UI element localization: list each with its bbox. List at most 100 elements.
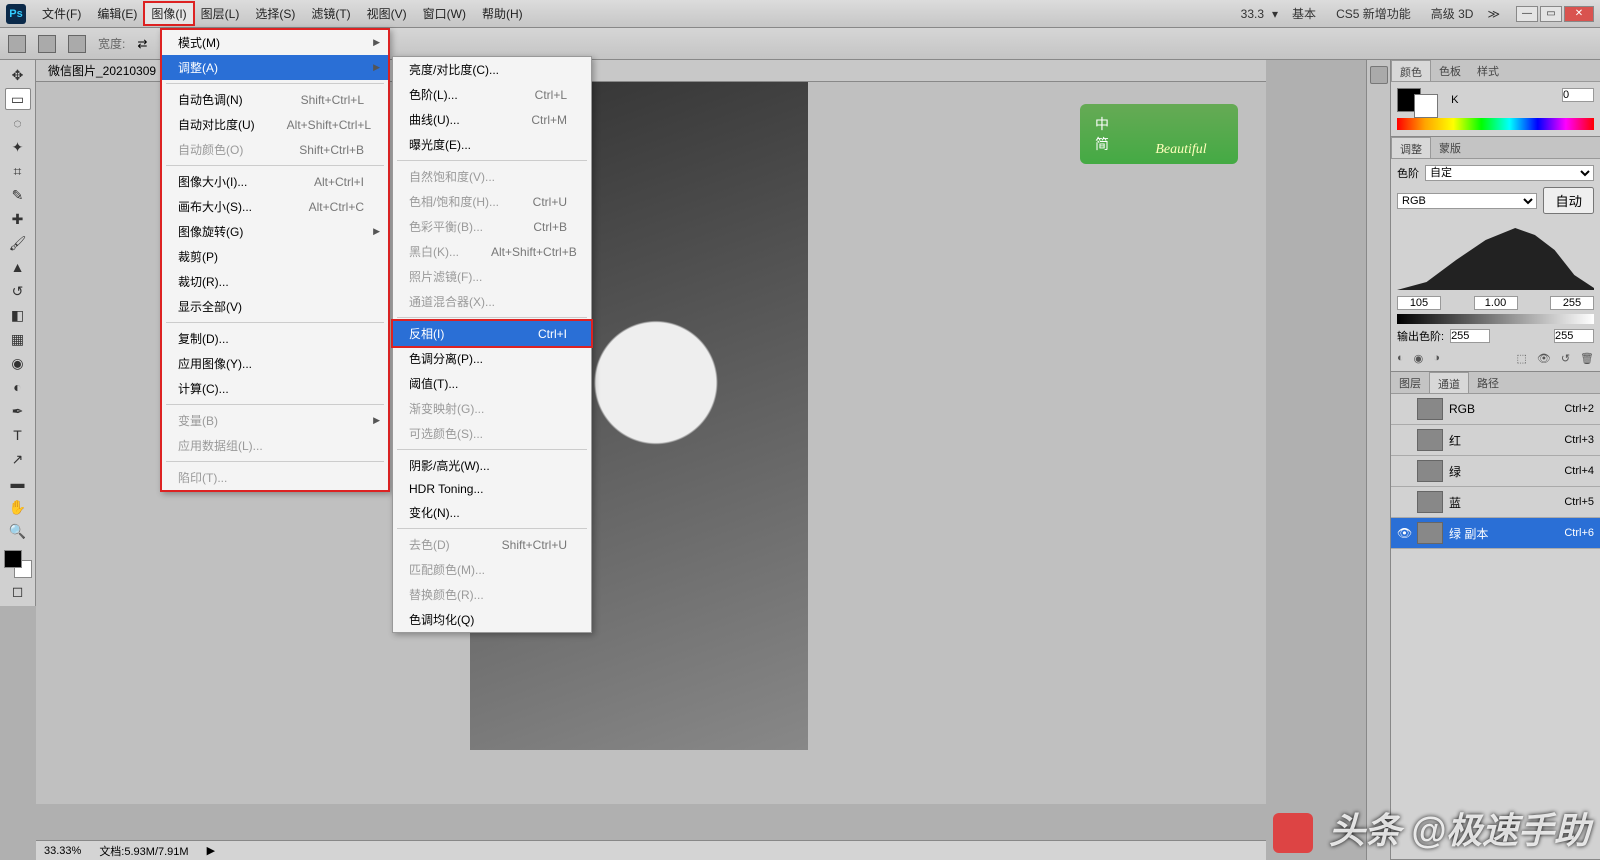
path-tool[interactable]: ↗ <box>5 448 31 470</box>
tab-adjustments[interactable]: 调整 <box>1391 137 1431 158</box>
menu-item[interactable]: 图像大小(I)...Alt+Ctrl+I <box>162 169 388 194</box>
eyedropper-icon[interactable]: ◑ <box>1433 352 1440 365</box>
clip-icon[interactable]: ⬚ <box>1516 352 1526 365</box>
menu-帮助[interactable]: 帮助(H) <box>474 1 531 26</box>
levels-channel-select[interactable]: RGB <box>1397 193 1537 209</box>
color-swatches[interactable] <box>4 550 32 578</box>
menu-item[interactable]: 变化(N)... <box>393 500 591 525</box>
workspace-basic[interactable]: 基本 <box>1286 3 1322 24</box>
menu-图层[interactable]: 图层(L) <box>193 1 248 26</box>
reset-icon[interactable]: ↺ <box>1561 352 1570 365</box>
gradient-tool[interactable]: ▦ <box>5 328 31 350</box>
document-tab[interactable]: 微信图片_20210309 <box>48 62 156 79</box>
input-white-point[interactable] <box>1550 296 1594 310</box>
menu-item[interactable]: 画布大小(S)...Alt+Ctrl+C <box>162 194 388 219</box>
channel-row[interactable]: 蓝Ctrl+5 <box>1391 487 1600 518</box>
menu-item[interactable]: 阴影/高光(W)... <box>393 453 591 478</box>
menu-选择[interactable]: 选择(S) <box>247 1 303 26</box>
channel-row[interactable]: RGBCtrl+2 <box>1391 394 1600 425</box>
eraser-tool[interactable]: ◧ <box>5 304 31 326</box>
eyedropper-tool[interactable]: ✎ <box>5 184 31 206</box>
minimize-button[interactable]: — <box>1516 6 1538 22</box>
workspace-cs5new[interactable]: CS5 新增功能 <box>1330 3 1417 24</box>
menu-item[interactable]: 自动色调(N)Shift+Ctrl+L <box>162 87 388 112</box>
menu-item[interactable]: 曲线(U)...Ctrl+M <box>393 107 591 132</box>
zoom-tool[interactable]: 🔍 <box>5 520 31 542</box>
wand-tool[interactable]: ✦ <box>5 136 31 158</box>
menu-item[interactable]: 色调分离(P)... <box>393 346 591 371</box>
menu-滤镜[interactable]: 滤镜(T) <box>303 1 358 26</box>
menu-item[interactable]: 反相(I)Ctrl+I <box>391 319 593 348</box>
menu-item[interactable]: 复制(D)... <box>162 326 388 351</box>
channel-row[interactable]: 红Ctrl+3 <box>1391 425 1600 456</box>
tab-paths[interactable]: 路径 <box>1469 372 1507 393</box>
eyedropper-icon[interactable]: ◐ <box>1397 352 1404 365</box>
crop-tool[interactable]: ⌗ <box>5 160 31 182</box>
channel-row[interactable]: 绿Ctrl+4 <box>1391 456 1600 487</box>
output-gradient[interactable] <box>1397 314 1594 324</box>
output-black-input[interactable] <box>1450 329 1490 343</box>
tab-channels[interactable]: 通道 <box>1429 372 1469 393</box>
menu-item[interactable]: 图像旋转(G) <box>162 219 388 244</box>
input-gamma[interactable] <box>1474 296 1518 310</box>
background-swatch[interactable] <box>1414 94 1438 118</box>
shape-tool[interactable]: ▬ <box>5 472 31 494</box>
menu-item[interactable]: 亮度/对比度(C)... <box>393 57 591 82</box>
levels-preset-select[interactable]: 自定 <box>1425 165 1594 181</box>
close-button[interactable]: ✕ <box>1564 6 1594 22</box>
menu-item[interactable]: 调整(A) <box>162 55 388 80</box>
menu-item[interactable]: 裁切(R)... <box>162 269 388 294</box>
menu-item[interactable]: 色调均化(Q) <box>393 607 591 632</box>
maximize-button[interactable]: ▭ <box>1540 6 1562 22</box>
swap-icon[interactable]: ⇄ <box>137 37 147 51</box>
hue-strip[interactable] <box>1397 118 1594 130</box>
collapsed-panel-icon[interactable] <box>1370 66 1388 84</box>
menu-item[interactable]: 模式(M) <box>162 30 388 55</box>
k-value-input[interactable] <box>1562 88 1594 102</box>
menu-视图[interactable]: 视图(V) <box>359 1 415 26</box>
menu-窗口[interactable]: 窗口(W) <box>415 1 474 26</box>
tab-styles[interactable]: 样式 <box>1469 60 1507 81</box>
stamp-tool[interactable]: ▲ <box>5 256 31 278</box>
menu-item[interactable]: 计算(C)... <box>162 376 388 401</box>
blur-tool[interactable]: ◉ <box>5 352 31 374</box>
expand-icon[interactable]: ≫ <box>1487 7 1500 21</box>
menu-item[interactable]: 曝光度(E)... <box>393 132 591 157</box>
trash-icon[interactable]: 🗑 <box>1580 352 1594 365</box>
eye-icon[interactable]: 👁 <box>1537 352 1551 365</box>
quickmask-icon[interactable]: ◻ <box>5 580 31 602</box>
selection-mode-icon[interactable] <box>8 35 26 53</box>
menu-item[interactable]: HDR Toning... <box>393 478 591 500</box>
menu-item[interactable]: 阈值(T)... <box>393 371 591 396</box>
tab-masks[interactable]: 蒙版 <box>1431 137 1469 158</box>
selection-mode-icon[interactable] <box>38 35 56 53</box>
output-white-input[interactable] <box>1554 329 1594 343</box>
menu-item[interactable]: 显示全部(V) <box>162 294 388 319</box>
zoom-value[interactable]: 33.3 <box>1241 7 1264 21</box>
type-tool[interactable]: T <box>5 424 31 446</box>
history-brush-tool[interactable]: ↺ <box>5 280 31 302</box>
tab-swatches[interactable]: 色板 <box>1431 60 1469 81</box>
dodge-tool[interactable]: ◐ <box>5 376 31 398</box>
marquee-tool[interactable]: ▭ <box>5 88 31 110</box>
workspace-adv3d[interactable]: 高级 3D <box>1425 3 1480 24</box>
selection-mode-icon[interactable] <box>68 35 86 53</box>
menu-item[interactable]: 色阶(L)...Ctrl+L <box>393 82 591 107</box>
tab-layers[interactable]: 图层 <box>1391 372 1429 393</box>
eyedropper-icon[interactable]: ◉ <box>1414 352 1424 365</box>
lasso-tool[interactable]: ◌ <box>5 112 31 134</box>
pen-tool[interactable]: ✒ <box>5 400 31 422</box>
menu-编辑[interactable]: 编辑(E) <box>89 1 145 26</box>
move-tool[interactable]: ✥ <box>5 64 31 86</box>
hand-tool[interactable]: ✋ <box>5 496 31 518</box>
channel-row[interactable]: 👁绿 副本Ctrl+6 <box>1391 518 1600 549</box>
tab-color[interactable]: 颜色 <box>1391 60 1431 81</box>
auto-button[interactable]: 自动 <box>1543 187 1594 214</box>
zoom-display[interactable]: 33.33% <box>44 845 81 857</box>
menu-item[interactable]: 应用图像(Y)... <box>162 351 388 376</box>
ime-widget[interactable]: 中 简 Beautiful <box>1080 104 1238 164</box>
menu-item[interactable]: 自动对比度(U)Alt+Shift+Ctrl+L <box>162 112 388 137</box>
healing-tool[interactable]: ✚ <box>5 208 31 230</box>
menu-item[interactable]: 裁剪(P) <box>162 244 388 269</box>
brush-tool[interactable]: 🖌 <box>5 232 31 254</box>
